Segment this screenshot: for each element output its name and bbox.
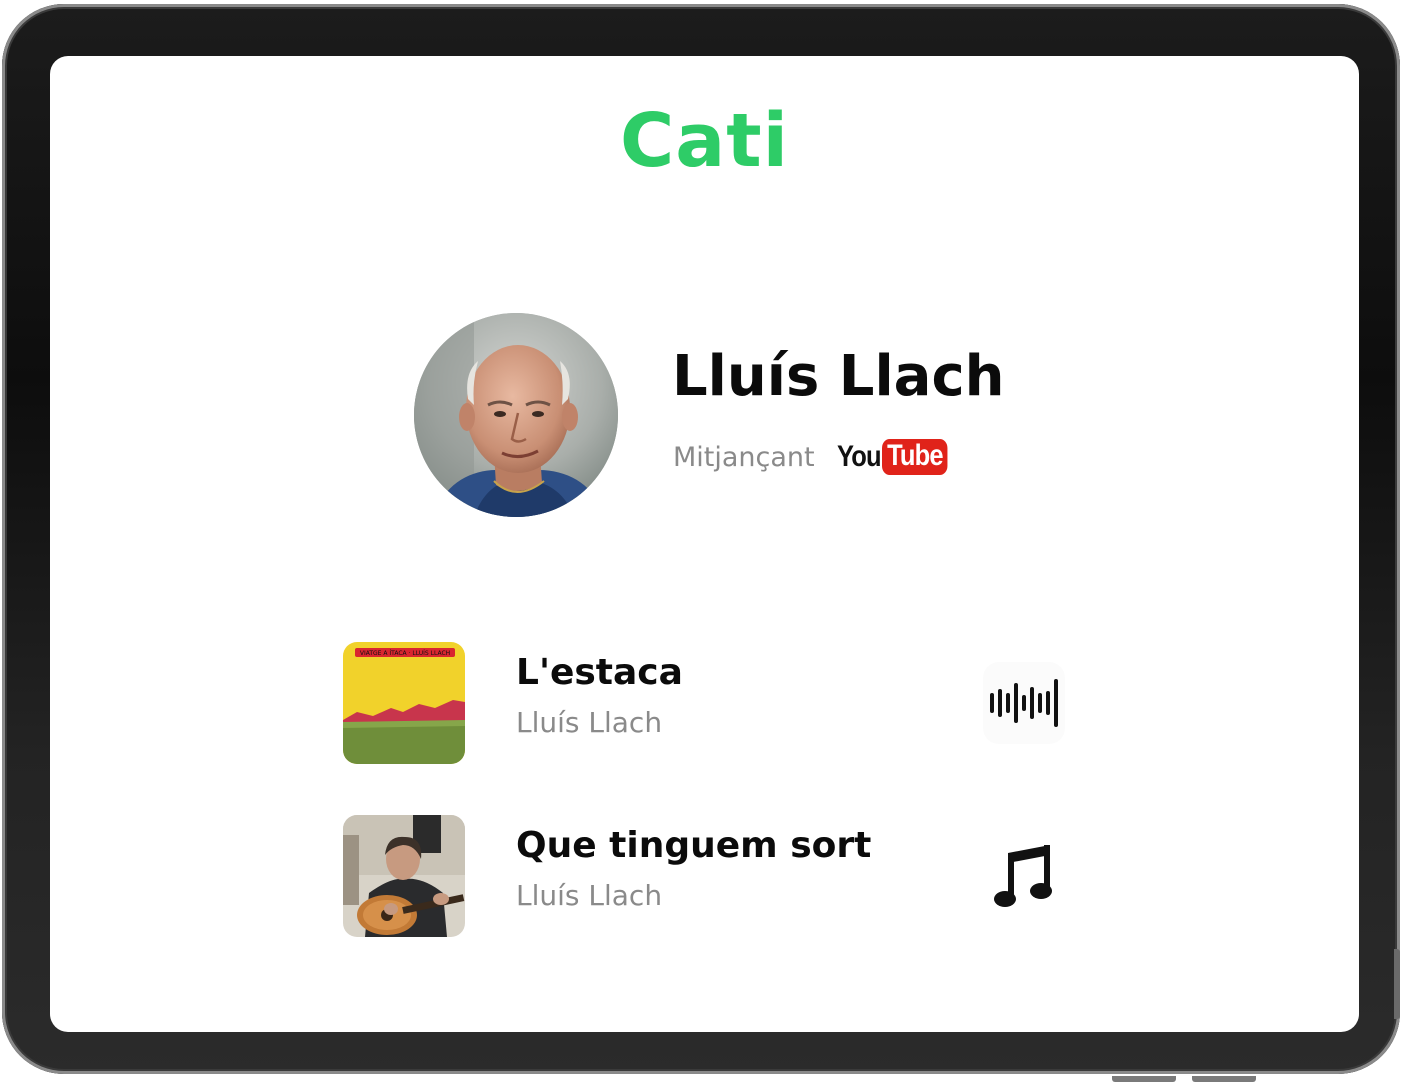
- artist-name: Lluís Llach: [672, 344, 1005, 409]
- album-cover-text: VIATGE A ÍTACA · LLUÍS LLACH: [360, 650, 450, 657]
- youtube-logo-tube: Tube: [882, 439, 948, 475]
- youtube-logo[interactable]: You Tube: [829, 439, 960, 475]
- song-cover: [343, 815, 465, 937]
- guitarist-photo: [343, 815, 465, 937]
- song-title: L'estaca: [516, 652, 683, 693]
- album-cover-landscape: VIATGE A ÍTACA · LLUÍS LLACH: [343, 642, 465, 764]
- tablet-frame: Cati Lluís Llach Mitjançant You Tube VIA…: [2, 4, 1400, 1082]
- song-action-button[interactable]: [983, 662, 1065, 744]
- screen: Cati Lluís Llach Mitjançant You Tube VIA…: [50, 56, 1359, 1032]
- music-note-icon: [994, 845, 1052, 907]
- song-action-button[interactable]: [983, 835, 1065, 917]
- artist-portrait: [414, 313, 618, 517]
- side-button: [1394, 949, 1400, 1019]
- artist-source: Mitjançant You Tube: [673, 439, 960, 475]
- volume-button: [1192, 1076, 1256, 1082]
- song-item[interactable]: Que tinguem sort Lluís Llach: [343, 815, 1083, 937]
- song-artist: Lluís Llach: [516, 879, 663, 912]
- song-item[interactable]: VIATGE A ÍTACA · LLUÍS LLACH L'estaca Ll…: [343, 642, 1083, 764]
- source-label: Mitjançant: [673, 441, 815, 473]
- volume-button: [1112, 1076, 1176, 1082]
- youtube-logo-you: You: [836, 440, 882, 473]
- song-artist: Lluís Llach: [516, 706, 663, 739]
- song-title: Que tinguem sort: [516, 825, 872, 866]
- audio-waveform-icon: [990, 679, 1058, 727]
- song-cover: VIATGE A ÍTACA · LLUÍS LLACH: [343, 642, 465, 764]
- app-title: Cati: [620, 98, 789, 184]
- artist-photo: [414, 313, 618, 517]
